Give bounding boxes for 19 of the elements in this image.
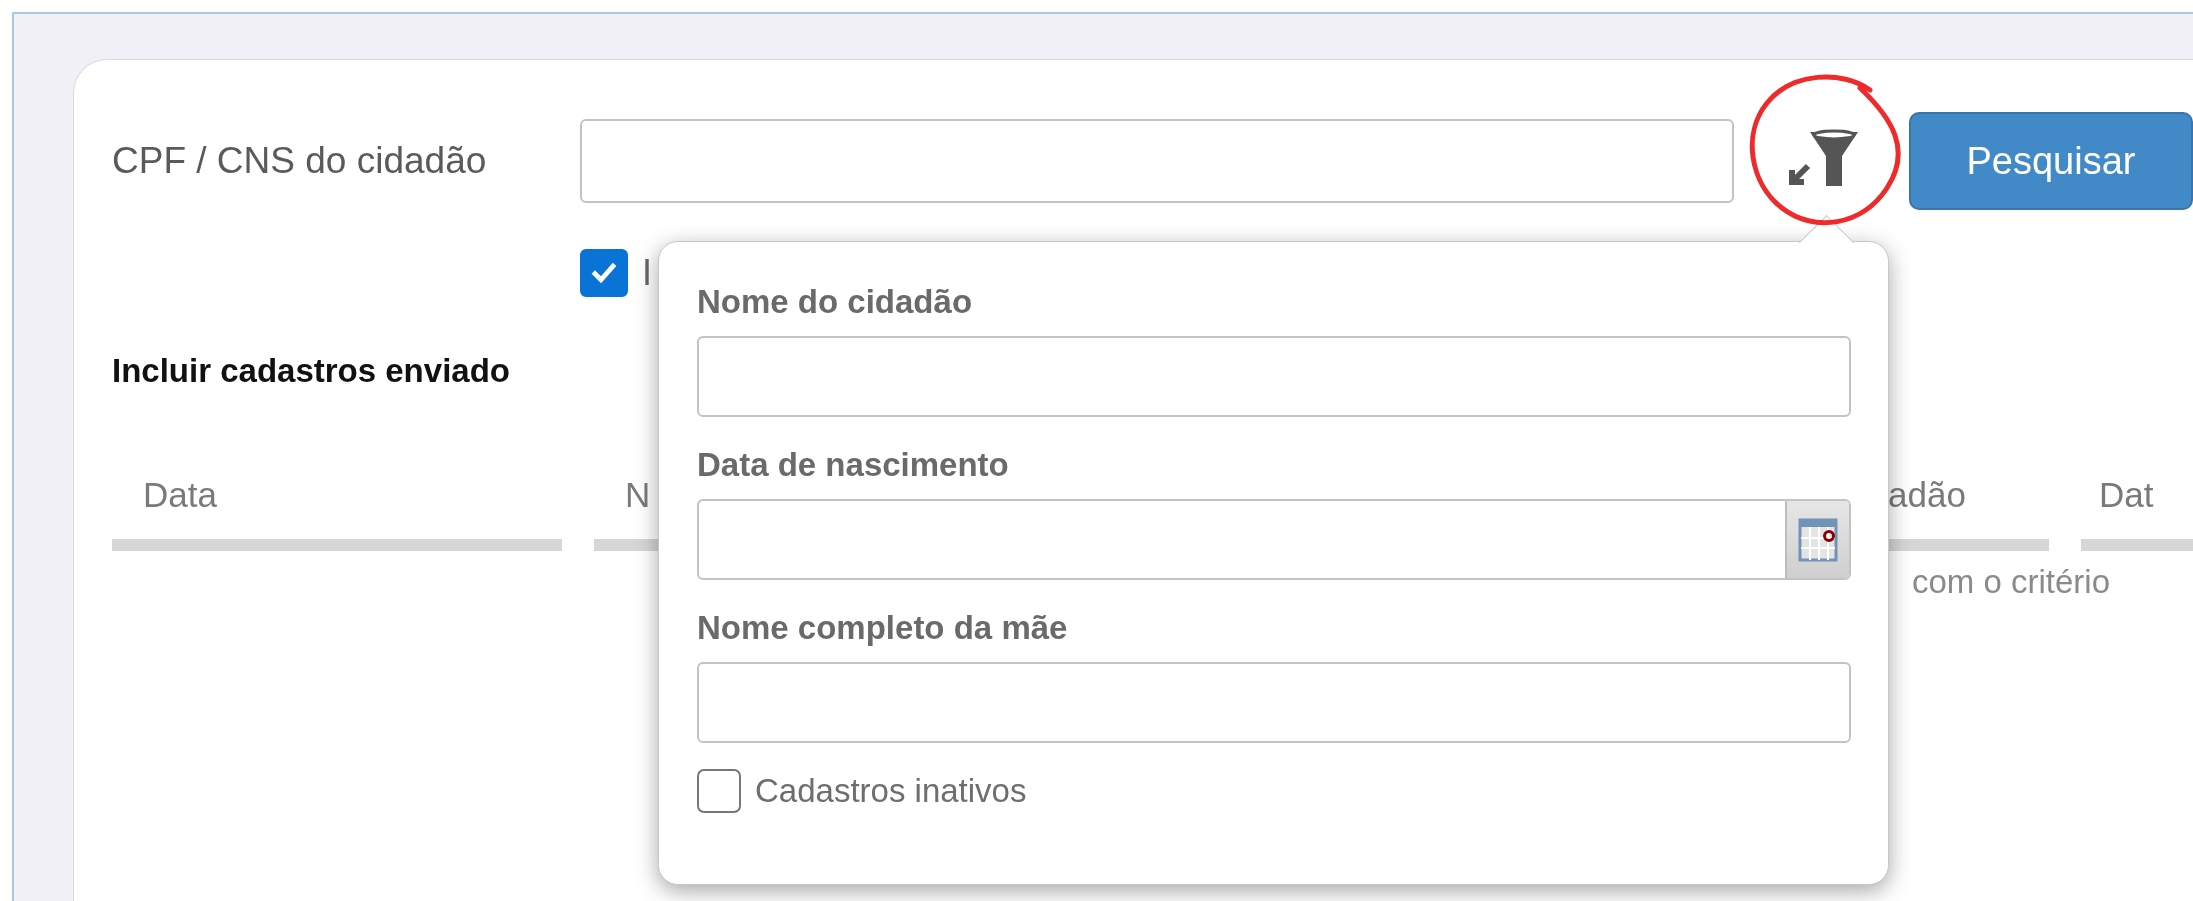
checkbox-label: Cadastros inativos (755, 772, 1027, 810)
text-field[interactable] (697, 662, 1851, 743)
search-button[interactable]: Pesquisar (1909, 112, 2193, 210)
empty-message: com o critério (1912, 563, 2111, 601)
column-header: Data (112, 473, 562, 551)
calendar-icon (1798, 517, 1838, 562)
field-label: Nome do cidadão (697, 282, 974, 322)
date-field[interactable] (697, 499, 1851, 580)
section-label: Incluir cadastros enviado (112, 351, 510, 391)
field-label: CPF / CNS do cidadão (112, 140, 488, 182)
text-field[interactable] (697, 336, 1851, 417)
cpf-field[interactable] (580, 119, 1734, 203)
field-label: Nome completo da mãe (697, 608, 1069, 648)
column-header: Dat (2081, 473, 2193, 551)
calendar-button[interactable] (1785, 501, 1849, 578)
checkbox[interactable] (697, 769, 741, 813)
checkbox-label: I (642, 252, 652, 294)
checkbox[interactable] (580, 249, 628, 297)
field-label: Data de nascimento (697, 445, 1010, 485)
